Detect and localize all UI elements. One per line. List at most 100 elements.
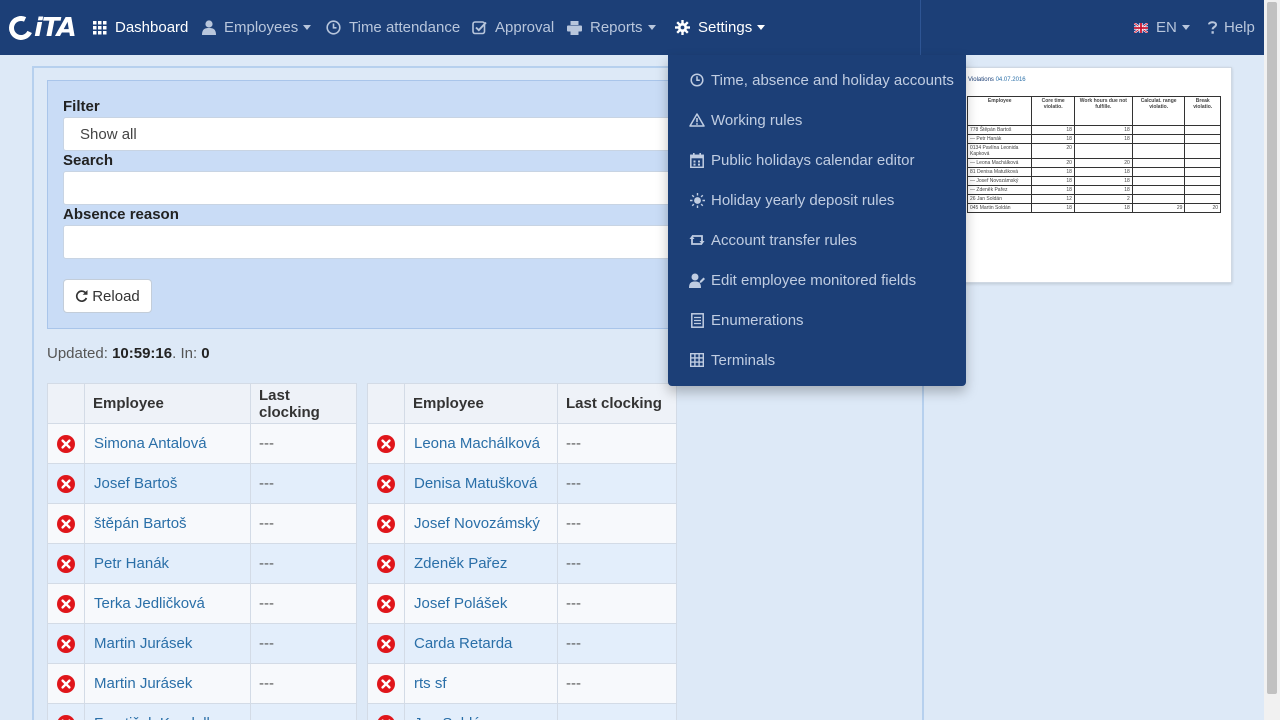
table-row: Zdeněk Pařez --- [367,543,677,584]
report-cell [1184,125,1221,135]
settings-menu-item[interactable]: Account transfer rules [668,220,966,260]
list-icon [689,312,705,328]
table-row: Denisa Matušková --- [367,463,677,504]
report-cell [1131,134,1186,144]
search-input[interactable] [63,171,683,205]
sun-icon [689,192,705,208]
table-row: Jan Soldán--- [367,703,677,720]
employee-name-link[interactable]: Jan Soldán [404,703,558,720]
last-clocking-column-header[interactable]: Last clocking [557,383,677,424]
employee-name-link[interactable]: Terka Jedličková [84,583,251,624]
employee-table-right: Employee Last clocking Leona Machálková -… [367,383,677,720]
nav-reports[interactable]: Reports [567,0,656,55]
report-row: — Leona Machálková 20 20 [966,158,1221,168]
nav-settings[interactable]: Settings [675,0,766,55]
ita-logo[interactable]: iTA [5,12,77,43]
settings-menu-item[interactable]: Time, absence and holiday accounts [668,60,966,100]
table-row: František Koudelka--- [47,703,357,720]
scrollbar-thumb[interactable] [1267,2,1277,694]
settings-menu-item-label: Edit employee monitored fields [711,271,917,289]
table-row: Terka Jedličková --- [47,583,357,624]
employee-name-link[interactable]: rts sf [404,663,558,704]
nav-help[interactable]: Help [1208,0,1255,55]
absent-x-icon [57,674,75,693]
last-clocking-column-header[interactable]: Last clocking [250,383,357,424]
page-scrollbar[interactable] [1264,0,1280,720]
absence-reason-input[interactable] [63,225,683,259]
report-row: 26 Jan Soldán 12 2 [966,194,1221,204]
last-clocking-cell: --- [250,703,357,720]
absence-reason-label: Absence reason [63,206,179,223]
nav-dashboard-label: Dashboard [115,19,189,36]
last-clocking-cell: --- [250,503,357,544]
report-cell [1131,158,1186,168]
settings-menu-item[interactable]: Edit employee monitored fields [668,260,966,300]
last-clocking-cell: --- [250,543,357,584]
absent-x-icon [377,674,395,693]
nav-time-attendance[interactable]: Time attendance [326,0,460,55]
user-edit-icon [689,273,705,288]
employee-name-link[interactable]: Josef Bartoš [84,463,251,504]
employee-name-link[interactable]: štěpán Bartoš [84,503,251,544]
settings-menu-item[interactable]: Enumerations [668,300,966,340]
absent-x-icon [377,714,395,720]
employee-name-link[interactable]: Martin Jurásek [84,623,251,664]
report-header-cell: Core time violatio. [1031,96,1075,126]
settings-menu-item[interactable]: Terminals [668,340,966,380]
employee-name-link[interactable]: Simona Antalová [84,423,251,464]
reload-button[interactable]: Reload [63,279,152,313]
employee-column-header[interactable]: Employee [404,383,558,424]
employee-name-link[interactable]: Martin Jurásek [84,663,251,704]
employee-column-header[interactable]: Employee [84,383,251,424]
employee-name-link[interactable]: Petr Hanák [84,543,251,584]
nav-approval[interactable]: Approval [472,0,554,55]
question-icon [1208,21,1217,34]
employee-name-link[interactable]: Josef Polášek [404,583,558,624]
filter-select[interactable]: Show all [63,117,683,151]
employee-name-link[interactable]: František Koudelka [84,703,251,720]
settings-menu-item[interactable]: Public holidays calendar editor [668,140,966,180]
report-cell: 0134 Pavlína Leonida Kapková [966,143,1033,159]
absent-x-icon [57,634,75,653]
report-header-cell: Employee [966,96,1033,126]
gear-icon [675,20,690,35]
report-cell [1184,143,1221,159]
employee-name-link[interactable]: Carda Retarda [404,623,558,664]
report-cell: 18 [1031,203,1075,213]
report-cell: — Petr Hanák [966,134,1033,144]
employee-name-link[interactable]: Zdeněk Pařez [404,543,558,584]
employee-name-link[interactable]: Josef Novozámský [404,503,558,544]
nav-dashboard[interactable]: Dashboard [93,0,188,55]
last-clocking-cell: --- [557,463,677,504]
report-cell: 18 [1073,176,1133,186]
absent-x-icon [57,594,75,613]
settings-menu-item[interactable]: Holiday yearly deposit rules [668,180,966,220]
language-selector[interactable]: EN [1134,0,1190,55]
status-cell [367,463,405,504]
logo-c-mark [5,12,37,43]
employee-name-link[interactable]: Denisa Matušková [404,463,558,504]
absent-x-icon [377,594,395,613]
status-cell [367,703,405,720]
report-row: — Petr Hanák 18 18 [966,134,1221,144]
settings-menu-item[interactable]: Working rules [668,100,966,140]
updated-prefix: Updated: [47,345,108,362]
report-cell: — Leona Machálková [966,158,1033,168]
report-cell [1131,176,1186,186]
settings-menu-item-label: Terminals [711,351,776,369]
absent-x-icon [377,514,395,533]
employee-name-link[interactable]: Leona Machálková [404,423,558,464]
language-label: EN [1156,19,1177,36]
status-column-header [47,383,85,424]
report-cell: 045 Martin Soldán [966,203,1033,213]
status-cell [367,623,405,664]
report-cell [1184,134,1221,144]
report-title: Violations 04.07.2016 [968,77,1026,83]
last-clocking-cell: --- [250,623,357,664]
report-row: 045 Martin Soldán 18 18 29 20 [966,203,1221,213]
report-cell [1184,176,1221,186]
nav-employees[interactable]: Employees [202,0,312,55]
status-cell [47,503,85,544]
violations-report-preview[interactable]: Violations 04.07.2016 Employee Core time … [962,67,1232,283]
report-cell: 81 Denisa Matušková [966,167,1033,177]
